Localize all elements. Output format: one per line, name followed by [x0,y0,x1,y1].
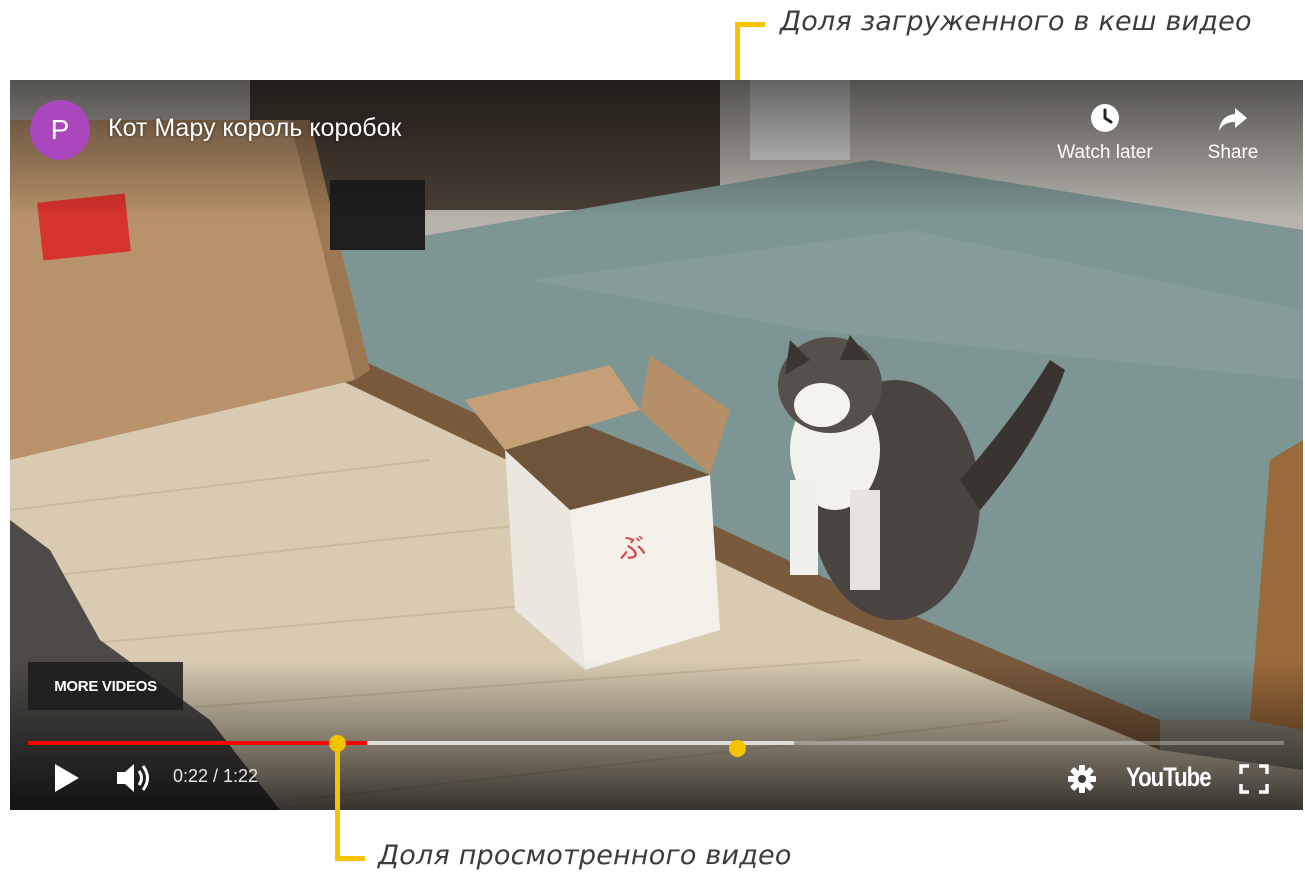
gear-icon[interactable] [1067,764,1097,794]
fullscreen-icon[interactable] [1238,763,1270,795]
time-display: 0:22 / 1:22 [173,766,259,786]
progress-played [28,741,368,745]
watched-annotation-horizontal-line [335,856,365,861]
progress-bar[interactable] [28,739,1284,747]
watch-later-label: Watch later [1057,142,1153,163]
play-icon[interactable] [52,761,82,795]
youtube-logo[interactable]: YouTube [1126,762,1212,793]
volume-icon[interactable] [114,761,154,795]
share-arrow-icon [1219,108,1247,131]
cached-annotation-horizontal-line [735,22,765,27]
video-player[interactable]: ぶ P Кот Мару король коробок Watch later … [10,80,1303,810]
share-button[interactable]: Share [1193,102,1273,164]
clock-icon [1091,104,1119,132]
more-videos-button[interactable]: MORE VIDEOS [28,662,183,710]
share-label: Share [1207,142,1259,163]
cached-annotation-dot [729,740,746,757]
channel-avatar[interactable]: P [30,100,90,160]
watched-annotation-vertical-line [335,745,340,860]
bottom-gradient [10,660,1303,810]
watched-annotation-label: Доля просмотренного видео [378,840,792,871]
watch-later-button[interactable]: Watch later [1045,102,1165,164]
video-title[interactable]: Кот Мару король коробок [108,114,401,143]
cached-annotation-label: Доля загруженного в кеш видео [780,6,1252,37]
